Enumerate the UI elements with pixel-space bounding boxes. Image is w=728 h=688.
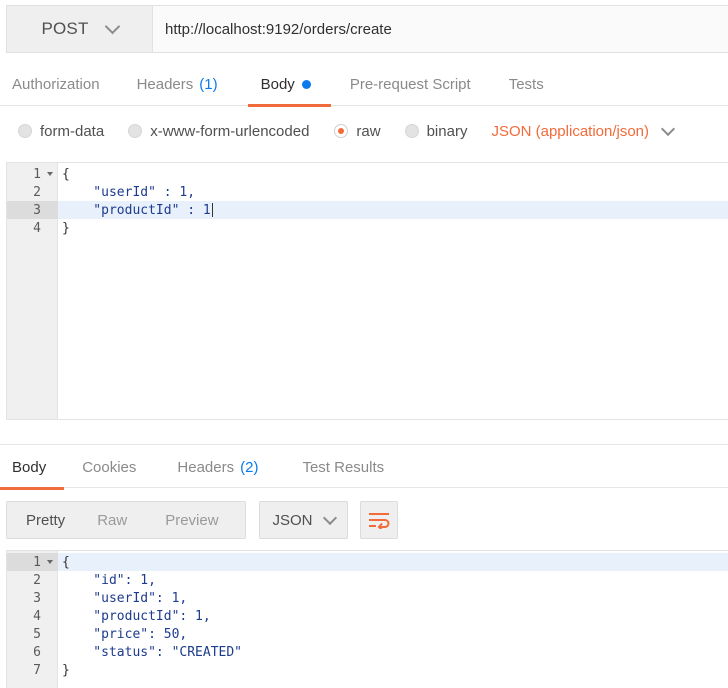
code-text: "userId": 1, bbox=[62, 590, 188, 606]
code-text: { bbox=[62, 554, 70, 570]
tab-label: Authorization bbox=[12, 75, 100, 93]
fold-arrow-icon[interactable] bbox=[47, 172, 53, 176]
fold-arrow-icon[interactable] bbox=[47, 560, 53, 564]
tab-label: Cookies bbox=[82, 458, 137, 476]
response-tab-cookies[interactable]: Cookies bbox=[70, 445, 148, 489]
radio-raw[interactable]: raw bbox=[334, 122, 381, 140]
code-text: "status": "CREATED" bbox=[62, 644, 243, 660]
line-number: 5 bbox=[33, 626, 41, 642]
code-text: "userId" : 1, bbox=[62, 184, 196, 200]
radio-binary[interactable]: binary bbox=[404, 122, 468, 140]
code-text: "id": 1, bbox=[62, 572, 156, 588]
line-number: 2 bbox=[33, 572, 41, 588]
code-line: 4 } bbox=[7, 219, 728, 237]
wrap-lines-button[interactable] bbox=[360, 501, 398, 539]
body-type-selector: form-data x-www-form-urlencoded raw bina… bbox=[0, 108, 728, 154]
code-line: 3 "userId": 1, bbox=[7, 589, 728, 607]
line-number: 7 bbox=[33, 662, 41, 678]
code-line: 6 "status": "CREATED" bbox=[7, 643, 728, 661]
radio-label: binary bbox=[426, 122, 468, 140]
code-text: { bbox=[62, 166, 70, 182]
tab-label: Headers bbox=[136, 75, 194, 93]
code-text: } bbox=[62, 662, 70, 678]
tab-label: Tests bbox=[508, 75, 544, 93]
line-number: 1 bbox=[7, 165, 58, 183]
code-line: 4 "productId": 1, bbox=[7, 607, 728, 625]
radio-label: form-data bbox=[40, 122, 105, 140]
headers-count-badge: (2) bbox=[240, 458, 259, 476]
tab-body[interactable]: Body bbox=[247, 62, 332, 107]
view-mode-pretty[interactable]: Pretty bbox=[26, 512, 65, 529]
radio-form-data[interactable]: form-data bbox=[18, 123, 104, 140]
code-text: } bbox=[62, 220, 70, 236]
line-number: 4 bbox=[33, 220, 41, 236]
tab-tests[interactable]: Tests bbox=[497, 62, 556, 106]
tab-label: Test Results bbox=[302, 458, 385, 476]
line-number: 6 bbox=[33, 644, 41, 660]
tab-pre-request-script[interactable]: Pre-request Script bbox=[338, 62, 483, 106]
url-text: http://localhost:9192/orders/create bbox=[165, 20, 392, 38]
tab-authorization[interactable]: Authorization bbox=[0, 62, 112, 106]
code-line-active: 3 "productId" : 1 bbox=[7, 201, 728, 219]
response-tab-headers[interactable]: Headers (2) bbox=[165, 445, 270, 489]
tab-label: Body bbox=[12, 458, 47, 476]
response-tab-test-results[interactable]: Test Results bbox=[290, 445, 396, 489]
format-dropdown[interactable]: JSON bbox=[259, 501, 348, 539]
code-line: 1 { bbox=[7, 165, 728, 183]
format-label: JSON bbox=[272, 511, 313, 529]
url-input[interactable]: http://localhost:9192/orders/create bbox=[153, 6, 728, 52]
line-number: 3 bbox=[7, 201, 58, 219]
code-line: 2 "id": 1, bbox=[7, 571, 728, 589]
tab-label: Body bbox=[260, 75, 295, 93]
wrap-lines-icon bbox=[369, 513, 390, 529]
tab-headers[interactable]: Headers (1) bbox=[125, 62, 230, 106]
content-type-dropdown[interactable]: JSON (application/json) bbox=[491, 121, 676, 140]
line-number: 3 bbox=[33, 590, 41, 606]
radio-x-www-form-urlencoded[interactable]: x-www-form-urlencoded bbox=[128, 123, 309, 140]
tab-label: Headers bbox=[177, 458, 235, 476]
radio-icon bbox=[128, 124, 143, 138]
content-type-label: JSON (application/json) bbox=[491, 122, 650, 140]
line-number: 2 bbox=[33, 184, 41, 200]
request-body-editor[interactable]: 1 { 2 "userId" : 1, 3 "productId" : 1 4 … bbox=[6, 162, 728, 420]
chevron-down-icon bbox=[322, 510, 337, 525]
radio-icon bbox=[404, 124, 419, 138]
radio-label: x-www-form-urlencoded bbox=[150, 122, 310, 140]
line-number: 1 bbox=[7, 553, 58, 571]
tab-label: Pre-request Script bbox=[349, 75, 471, 93]
response-body-viewer[interactable]: 1 { 2 "id": 1, 3 "userId": 1, 4 "product… bbox=[6, 550, 728, 688]
radio-icon bbox=[18, 124, 32, 138]
view-mode-raw[interactable]: Raw bbox=[97, 512, 127, 529]
response-tabs: Body Cookies Headers (2) Test Results bbox=[0, 444, 728, 490]
text-caret bbox=[211, 203, 213, 217]
view-mode-toggle: Pretty Raw Preview bbox=[6, 501, 246, 539]
code-text: "price": 50, bbox=[62, 626, 188, 642]
chevron-down-icon bbox=[660, 121, 676, 136]
radio-icon bbox=[334, 124, 349, 138]
method-label: POST bbox=[41, 19, 89, 38]
modified-dot-icon bbox=[301, 79, 311, 89]
code-line: 5 "price": 50, bbox=[7, 625, 728, 643]
headers-count-badge: (1) bbox=[199, 75, 218, 93]
radio-label: raw bbox=[356, 122, 381, 140]
request-tabs: Authorization Headers (1) Body Pre-reque… bbox=[0, 62, 728, 107]
code-line-active: 1 { bbox=[7, 553, 728, 571]
method-select[interactable]: POST bbox=[7, 6, 153, 52]
view-mode-preview[interactable]: Preview bbox=[165, 512, 218, 529]
code-line: 2 "userId" : 1, bbox=[7, 183, 728, 201]
response-tab-body[interactable]: Body bbox=[0, 445, 65, 490]
chevron-down-icon bbox=[104, 18, 120, 34]
code-text: "productId": 1, bbox=[62, 608, 211, 624]
request-url-bar: POST http://localhost:9192/orders/create bbox=[6, 5, 728, 53]
code-text: "productId" : 1 bbox=[62, 202, 211, 218]
code-line: 7 } bbox=[7, 661, 728, 679]
line-number: 4 bbox=[33, 608, 41, 624]
